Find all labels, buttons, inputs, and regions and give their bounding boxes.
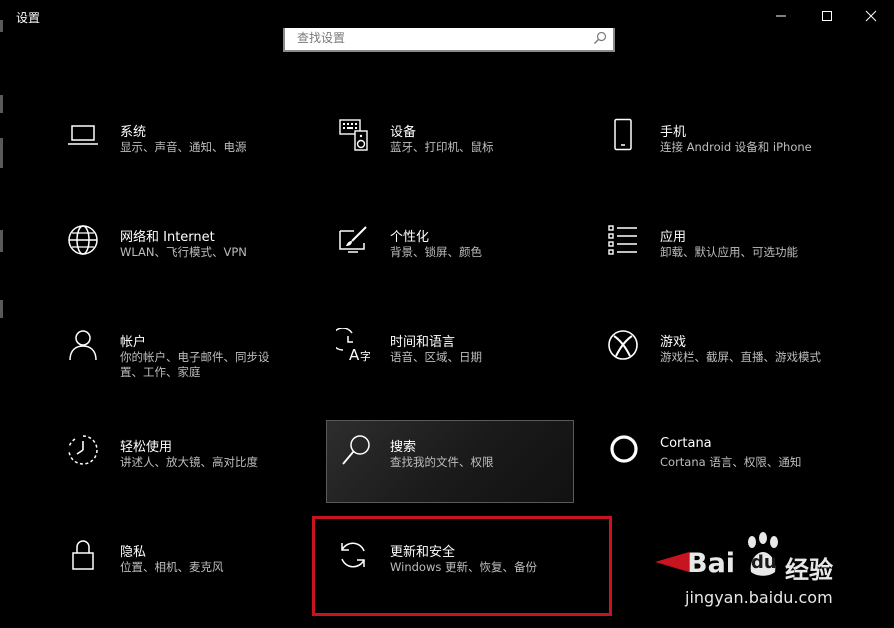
watermark-url: jingyan.baidu.com — [685, 588, 833, 607]
svg-text:字: 字 — [360, 349, 370, 362]
tile-subtitle: 语音、区域、日期 — [390, 350, 482, 364]
tile-personalization[interactable]: 个性化 背景、锁屏、颜色 — [336, 223, 584, 307]
tile-title: 隐私 — [120, 545, 147, 560]
highlight-box — [312, 516, 612, 616]
xbox-icon — [608, 330, 638, 360]
cortana-ring-icon — [610, 435, 638, 463]
tile-search[interactable]: 搜索 查找我的文件、权限 — [326, 420, 574, 503]
window-title: 设置 — [16, 11, 41, 25]
tile-title: 网络和 Internet — [120, 230, 215, 245]
tile-subtitle: 蓝牙、打印机、鼠标 — [390, 140, 494, 154]
maximize-button[interactable] — [804, 0, 850, 32]
tile-title: 系统 — [120, 125, 147, 140]
tile-subtitle: 查找我的文件、权限 — [390, 455, 494, 469]
tile-subtitle: WLAN、飞行模式、VPN — [120, 245, 247, 259]
tile-apps[interactable]: 应用 卸载、默认应用、可选功能 — [606, 223, 854, 307]
tile-title: 帐户 — [120, 335, 147, 350]
tile-cortana[interactable]: Cortana Cortana 语言、权限、通知 — [606, 433, 854, 517]
person-icon — [69, 330, 97, 361]
tile-title: 搜索 — [390, 440, 417, 455]
watermark-suffix: 经验 — [785, 556, 833, 584]
magnifier-icon — [342, 435, 370, 465]
laptop-icon — [68, 125, 98, 145]
settings-window: 设置 查找设置 系统 显示、声音、通知、电源 设备 蓝牙、打印机、鼠标 手机 连… — [0, 0, 894, 628]
tile-title: 游戏 — [660, 335, 687, 350]
tile-title: Cortana — [660, 436, 712, 451]
search-icon — [594, 31, 607, 44]
tile-time-language[interactable]: A 字 时间和语言 语音、区域、日期 — [336, 328, 584, 412]
tile-title: 轻松使用 — [120, 440, 173, 455]
tile-subtitle: 讲述人、放大镜、高对比度 — [120, 455, 258, 469]
svg-text:A: A — [349, 346, 360, 362]
tile-subtitle: 背景、锁屏、颜色 — [390, 245, 482, 259]
paintbrush-icon — [339, 226, 367, 253]
tile-subtitle: 连接 Android 设备和 iPhone — [660, 140, 812, 154]
minimize-icon — [776, 15, 786, 17]
tile-devices[interactable]: 设备 蓝牙、打印机、鼠标 — [336, 118, 584, 202]
tile-subtitle: 游戏栏、截屏、直播、游戏模式 — [660, 350, 821, 364]
tile-subtitle: 位置、相机、麦克风 — [120, 560, 224, 574]
apps-list-icon — [608, 225, 637, 255]
globe-icon — [68, 225, 98, 255]
lock-icon — [72, 540, 94, 570]
tile-subtitle: Cortana 语言、权限、通知 — [660, 455, 802, 469]
time-language-icon: A 字 — [336, 328, 370, 362]
watermark-brand: Bai — [687, 548, 736, 579]
tile-phone[interactable]: 手机 连接 Android 设备和 iPhone — [606, 118, 854, 202]
tile-title: 设备 — [390, 125, 417, 140]
red-arrow-icon — [655, 552, 689, 572]
search-input[interactable]: 查找设置 — [283, 28, 615, 52]
tile-gaming[interactable]: 游戏 游戏栏、截屏、直播、游戏模式 — [606, 328, 854, 412]
minimize-button[interactable] — [758, 0, 804, 32]
watermark-brand-tail: du — [751, 552, 777, 573]
search-placeholder: 查找设置 — [297, 31, 346, 45]
tile-subtitle: 你的帐户、电子邮件、同步设置、工作、家庭 — [120, 350, 270, 379]
baidu-watermark: Bai du 经验 jingyan.baidu.com — [655, 530, 885, 620]
close-icon — [865, 10, 877, 22]
tile-subtitle: 显示、声音、通知、电源 — [120, 140, 247, 154]
left-edge-strip — [0, 0, 3, 628]
tile-title: 手机 — [660, 125, 687, 140]
tile-ease-of-access[interactable]: 轻松使用 讲述人、放大镜、高对比度 — [66, 433, 314, 517]
tile-title: 时间和语言 — [390, 335, 456, 350]
tile-subtitle: 卸载、默认应用、可选功能 — [660, 245, 798, 259]
phone-icon — [614, 118, 632, 151]
close-button[interactable] — [848, 0, 894, 32]
ease-of-access-icon — [68, 435, 98, 465]
keyboard-speaker-icon — [339, 119, 368, 151]
tile-privacy[interactable]: 隐私 位置、相机、麦克风 — [66, 538, 314, 622]
tile-accounts[interactable]: 帐户 你的帐户、电子邮件、同步设置、工作、家庭 — [66, 328, 314, 412]
tile-system[interactable]: 系统 显示、声音、通知、电源 — [66, 118, 314, 202]
tile-title: 应用 — [660, 230, 687, 245]
tile-title: 个性化 — [390, 230, 430, 245]
maximize-icon — [822, 11, 832, 21]
tile-network[interactable]: 网络和 Internet WLAN、飞行模式、VPN — [66, 223, 314, 307]
